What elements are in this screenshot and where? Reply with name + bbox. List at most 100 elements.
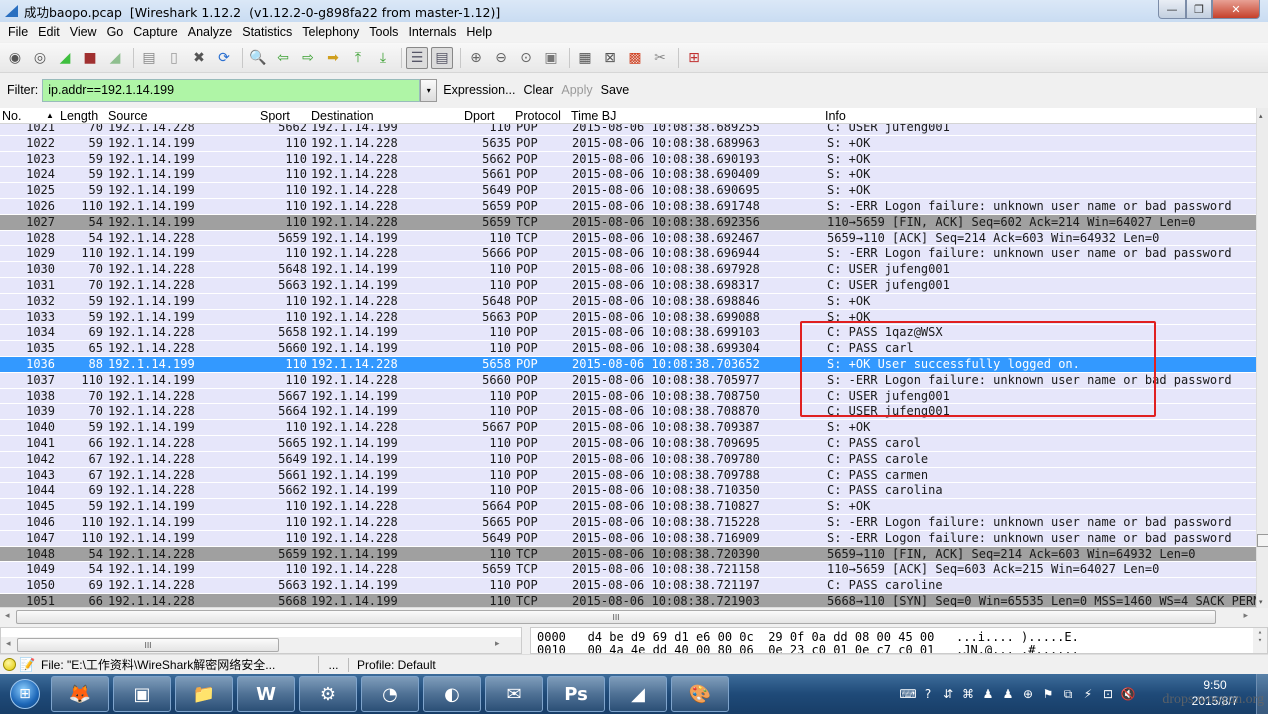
- packet-row-selected[interactable]: 1036 88 192.1.14.199 110 192.1.14.228 5658 POP…: [0, 356, 1256, 373]
- normal-size-icon[interactable]: ⊙: [515, 47, 537, 69]
- taskbar-clock-app-button[interactable]: ◔: [361, 676, 419, 712]
- packet-row[interactable]: 1029 110 192.1.14.199 110 192.1.14.228 5666 PO…: [0, 246, 1256, 263]
- packet-row[interactable]: 1044 69 192.1.14.228 5662 192.1.14.199 110 POP…: [0, 483, 1256, 500]
- tray-icon[interactable]: ⚡: [1078, 687, 1098, 701]
- packet-row[interactable]: 1027 54 192.1.14.199 110 192.1.14.228 5659 TCP…: [0, 214, 1256, 231]
- menu-internals[interactable]: Internals: [403, 25, 461, 39]
- menu-help[interactable]: Help: [461, 25, 497, 39]
- packet-row[interactable]: 1046 110 192.1.14.199 110 192.1.14.228 5665 PO…: [0, 514, 1256, 531]
- tray-icon[interactable]: ⚑: [1038, 687, 1058, 701]
- capture-filters-icon[interactable]: ▦: [574, 47, 596, 69]
- menu-tools[interactable]: Tools: [364, 25, 403, 39]
- details-horizontal-scrollbar[interactable]: ◂ III ▸: [1, 637, 521, 653]
- expert-info-icon[interactable]: [3, 658, 16, 671]
- go-first-icon[interactable]: ⤒: [347, 47, 369, 69]
- packet-row[interactable]: 1030 70 192.1.14.228 5648 192.1.14.199 110 POP…: [0, 262, 1256, 278]
- auto-scroll-icon[interactable]: ▤: [431, 46, 453, 69]
- packet-row[interactable]: 1034 69 192.1.14.228 5658 192.1.14.199 110 POP…: [0, 325, 1256, 342]
- open-file-icon[interactable]: ▤: [138, 47, 160, 69]
- tray-icon[interactable]: ⇵: [938, 687, 958, 701]
- menu-capture[interactable]: Capture: [128, 25, 182, 39]
- tray-icon[interactable]: ⊡: [1098, 687, 1118, 701]
- apply-button[interactable]: Apply: [561, 83, 592, 97]
- coloring-rules-icon[interactable]: ▩: [624, 47, 646, 69]
- scroll-up-arrow-icon[interactable]: ▴: [1259, 112, 1263, 120]
- tray-icon[interactable]: ⊕: [1018, 687, 1038, 701]
- clear-button[interactable]: Clear: [524, 83, 554, 97]
- packet-row[interactable]: 1024 59 192.1.14.199 110 192.1.14.228 5661 POP…: [0, 167, 1256, 184]
- scroll-up-arrow-icon[interactable]: ▴: [1258, 628, 1262, 636]
- taskbar-paint-button[interactable]: 🎨: [671, 676, 729, 712]
- taskbar-firefox-button[interactable]: 🦊: [51, 676, 109, 712]
- expression-button[interactable]: Expression...: [443, 83, 515, 97]
- menu-telephony[interactable]: Telephony: [297, 25, 364, 39]
- taskbar-word-button[interactable]: W: [237, 676, 295, 712]
- zoom-in-icon[interactable]: ⊕: [465, 47, 487, 69]
- save-filter-button[interactable]: Save: [601, 83, 630, 97]
- column-header-dport[interactable]: Dport: [464, 109, 495, 123]
- packet-row[interactable]: 1031 70 192.1.14.228 5663 192.1.14.199 110 POP…: [0, 277, 1256, 294]
- packet-row[interactable]: 1047 110 192.1.14.199 110 192.1.14.228 5649 PO…: [0, 530, 1256, 547]
- packet-row[interactable]: 1041 66 192.1.14.228 5665 192.1.14.199 110 POP…: [0, 435, 1256, 452]
- display-filter-input[interactable]: [42, 78, 421, 102]
- column-header-sport[interactable]: Sport: [260, 109, 290, 123]
- packet-row[interactable]: 1023 59 192.1.14.199 110 192.1.14.228 5662 POP…: [0, 151, 1256, 168]
- column-header-source[interactable]: Source: [108, 109, 148, 123]
- packet-row[interactable]: 1022 59 192.1.14.199 110 192.1.14.228 5635 POP…: [0, 135, 1256, 152]
- bytes-vertical-scrollbar[interactable]: ▴ ▾: [1253, 628, 1267, 653]
- tray-icon[interactable]: ♟: [998, 687, 1018, 701]
- menu-analyze[interactable]: Analyze: [183, 25, 237, 39]
- taskbar-control-panel-button[interactable]: ⚙: [299, 676, 357, 712]
- colorize-icon[interactable]: ☰: [406, 46, 428, 69]
- help-icon[interactable]: ⊞: [683, 47, 705, 69]
- taskbar-vmware-button[interactable]: ▣: [113, 676, 171, 712]
- column-header-destination[interactable]: Destination: [311, 109, 374, 123]
- packet-row[interactable]: 1042 67 192.1.14.228 5649 192.1.14.199 110 POP…: [0, 451, 1256, 468]
- scrollbar-thumb[interactable]: III: [17, 638, 279, 652]
- scroll-right-arrow-icon[interactable]: ▸: [1243, 611, 1248, 621]
- taskbar-explorer-button[interactable]: 📁: [175, 676, 233, 712]
- column-header-protocol[interactable]: Protocol: [515, 109, 561, 123]
- tray-icon[interactable]: ⌨: [898, 687, 918, 701]
- tray-icon[interactable]: ♟: [978, 687, 998, 701]
- reload-icon[interactable]: ⟳: [213, 47, 235, 69]
- packet-row[interactable]: 1040 59 192.1.14.199 110 192.1.14.228 5667 POP…: [0, 420, 1256, 436]
- display-filters-icon[interactable]: ⊠: [599, 47, 621, 69]
- column-header-length[interactable]: Length: [60, 109, 98, 123]
- go-to-packet-icon[interactable]: ➡: [322, 47, 344, 69]
- scroll-left-arrow-icon[interactable]: ◂: [6, 639, 11, 649]
- tray-icon[interactable]: ⌘: [958, 687, 978, 701]
- close-button[interactable]: ✕: [1212, 0, 1260, 19]
- taskbar-thunderbird-button[interactable]: ✉: [485, 676, 543, 712]
- minimize-button[interactable]: —: [1158, 0, 1186, 19]
- stop-capture-icon[interactable]: ■: [79, 47, 101, 69]
- save-file-icon[interactable]: ▯: [163, 47, 185, 69]
- resize-columns-icon[interactable]: ▣: [540, 47, 562, 69]
- menu-go[interactable]: Go: [102, 25, 129, 39]
- go-back-icon[interactable]: ⇦: [272, 47, 294, 69]
- packet-row[interactable]: 1037 110 192.1.14.199 110 192.1.14.228 5660 PO…: [0, 372, 1256, 389]
- packet-row[interactable]: 1025 59 192.1.14.199 110 192.1.14.228 5649 POP…: [0, 183, 1256, 199]
- filter-dropdown-button[interactable]: ▾: [420, 78, 438, 102]
- packet-row[interactable]: 1049 54 192.1.14.199 110 192.1.14.228 5659 TCP…: [0, 562, 1256, 579]
- menu-view[interactable]: View: [65, 25, 102, 39]
- capture-options-icon[interactable]: ◎: [29, 47, 51, 69]
- packet-row[interactable]: 1050 69 192.1.14.228 5663 192.1.14.199 110 POP…: [0, 578, 1256, 594]
- column-header-no[interactable]: No.: [2, 109, 21, 123]
- go-last-icon[interactable]: ⤓: [372, 47, 394, 69]
- go-forward-icon[interactable]: ⇨: [297, 47, 319, 69]
- packet-row[interactable]: 1032 59 192.1.14.199 110 192.1.14.228 5648 POP…: [0, 293, 1256, 310]
- packet-row[interactable]: 1045 59 192.1.14.199 110 192.1.14.228 5664 POP…: [0, 499, 1256, 515]
- find-packet-icon[interactable]: 🔍: [247, 47, 269, 69]
- tray-icon[interactable]: ?: [918, 687, 938, 701]
- column-header-info[interactable]: Info: [825, 109, 846, 123]
- maximize-button[interactable]: ❐: [1186, 0, 1212, 19]
- restart-capture-icon[interactable]: ◢: [104, 47, 126, 69]
- scroll-right-arrow-icon[interactable]: ▸: [495, 639, 500, 649]
- start-button[interactable]: ⊞: [3, 675, 47, 713]
- menu-file[interactable]: File: [3, 25, 33, 39]
- scrollbar-thumb[interactable]: [1257, 534, 1268, 547]
- packet-row[interactable]: 1038 70 192.1.14.228 5667 192.1.14.199 110 POP…: [0, 388, 1256, 405]
- capture-comment-icon[interactable]: 📝: [19, 657, 35, 673]
- start-capture-icon[interactable]: ◢: [54, 47, 76, 69]
